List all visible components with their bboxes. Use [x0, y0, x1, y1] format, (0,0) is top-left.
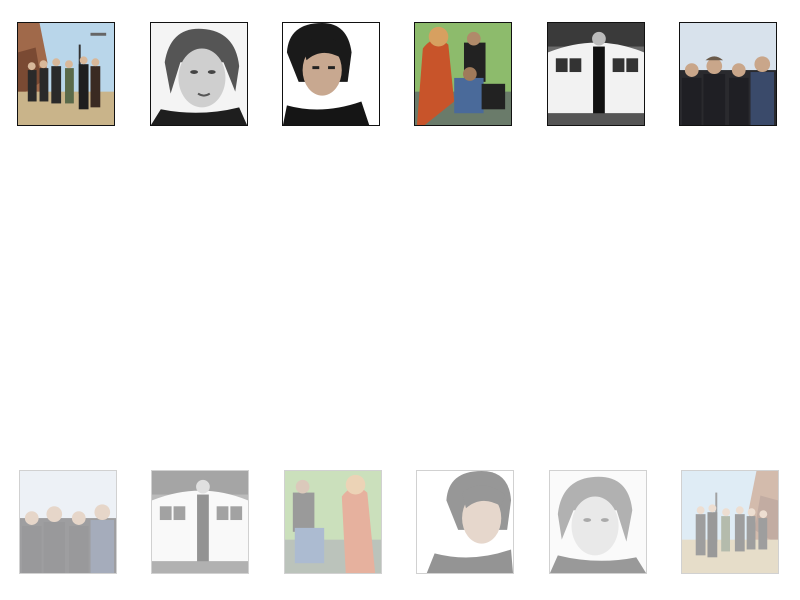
- blond-portrait-image: [550, 471, 646, 573]
- thumbnail-band-outdoor-faded[interactable]: [19, 470, 117, 574]
- airplane-image: [548, 23, 644, 125]
- thumbnail-row-top: [0, 22, 800, 132]
- airplane-image: [152, 471, 248, 573]
- thumbnail-airplane-faded[interactable]: [151, 470, 249, 574]
- band-outdoor-image: [20, 471, 116, 573]
- blond-portrait-image: [151, 23, 247, 125]
- band-green-wall-image: [285, 471, 381, 573]
- band-outdoor-image: [680, 23, 776, 125]
- dark-hair-portrait-image: [283, 23, 379, 125]
- photo-gallery: [0, 0, 800, 600]
- thumbnail-blond-portrait[interactable]: [150, 22, 248, 126]
- band-desert-road-image: [682, 471, 778, 573]
- thumbnail-band-green-wall[interactable]: [414, 22, 512, 126]
- thumbnail-dark-hair-portrait-faded[interactable]: [416, 470, 514, 574]
- thumbnail-band-green-wall-faded[interactable]: [284, 470, 382, 574]
- band-green-wall-image: [415, 23, 511, 125]
- thumbnail-row-bottom: [0, 470, 800, 580]
- thumbnail-blond-portrait-faded[interactable]: [549, 470, 647, 574]
- thumbnail-band-desert-road[interactable]: [17, 22, 115, 126]
- thumbnail-band-outdoor[interactable]: [679, 22, 777, 126]
- thumbnail-dark-hair-portrait[interactable]: [282, 22, 380, 126]
- dark-hair-portrait-image: [417, 471, 513, 573]
- band-desert-road-image: [18, 23, 114, 125]
- thumbnail-band-desert-road-faded[interactable]: [681, 470, 779, 574]
- thumbnail-airplane[interactable]: [547, 22, 645, 126]
